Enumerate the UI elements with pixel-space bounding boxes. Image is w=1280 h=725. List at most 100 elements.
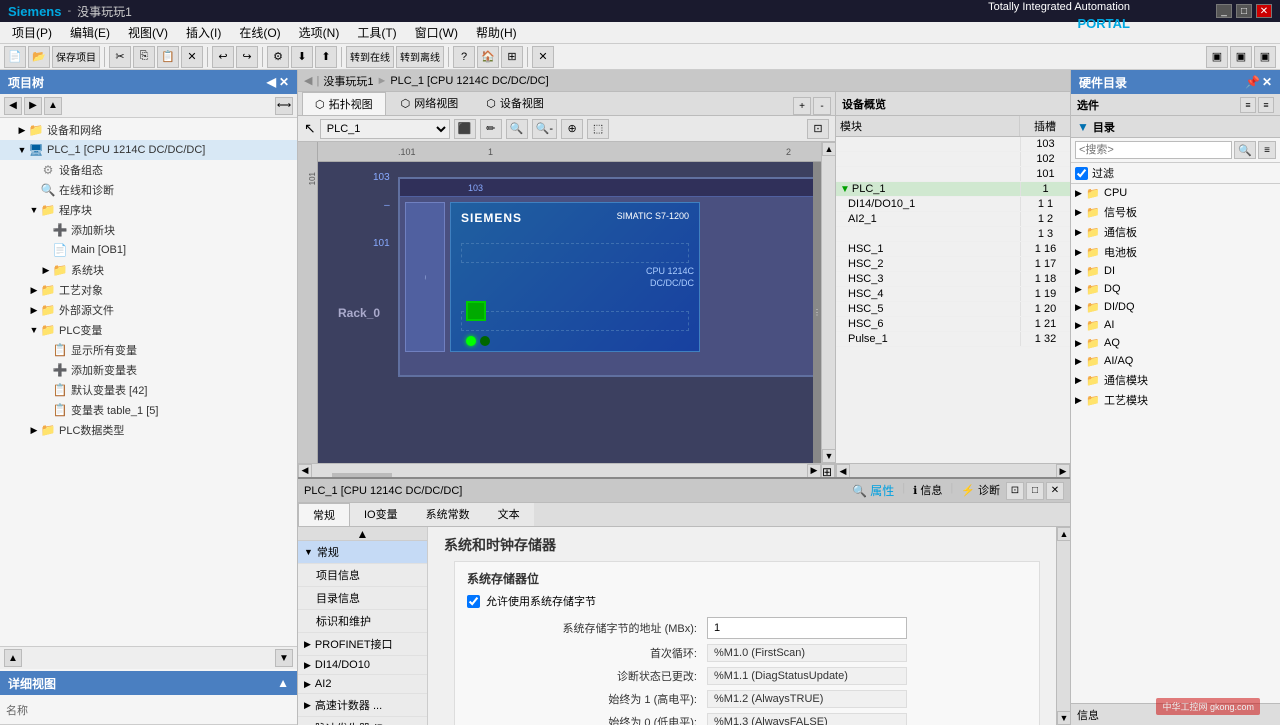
- ov-hscroll-left[interactable]: ◀: [836, 464, 850, 477]
- cat-item-dq[interactable]: ▶ 📁 DQ: [1071, 280, 1280, 298]
- tree-item-ext-sources[interactable]: ▶ 📁 外部源文件: [0, 300, 297, 320]
- copy-button[interactable]: ⎘: [133, 46, 155, 68]
- props-scroll-up[interactable]: ▲: [298, 527, 427, 541]
- prop-tab-io-vars[interactable]: IO变量: [350, 503, 412, 526]
- tree-item-add-block[interactable]: ▶ ➕ 添加新块: [0, 220, 297, 240]
- hw-options-btn1[interactable]: ≡: [1240, 97, 1256, 113]
- canvas-hscroll-thumb[interactable]: [332, 473, 392, 478]
- ov-row-plc1[interactable]: ▼ PLC_1 1: [836, 182, 1070, 197]
- ov-row-pulse1[interactable]: Pulse_1 1 32: [836, 332, 1070, 347]
- tb-right1[interactable]: ▣: [1206, 46, 1228, 68]
- nav-back-icon[interactable]: ◀: [304, 74, 312, 87]
- close-button[interactable]: ✕: [1256, 4, 1272, 18]
- compile-button[interactable]: ⚙: [267, 46, 289, 68]
- props-tree-catalog-info[interactable]: 目录信息: [298, 587, 427, 610]
- hw-catalog-close-btn[interactable]: ✕: [1262, 75, 1272, 89]
- field-input-addr[interactable]: [707, 617, 907, 639]
- menu-project[interactable]: 项目(P): [4, 22, 60, 43]
- props-tree-hsc[interactable]: ▶ 高速计数器 ...: [298, 694, 427, 717]
- ov-row-ai2[interactable]: AI2_1 1 2: [836, 212, 1070, 227]
- canvas-btn2[interactable]: ✏: [480, 119, 502, 139]
- breadcrumb-plc[interactable]: PLC_1 [CPU 1214C DC/DC/DC]: [390, 75, 548, 87]
- cat-item-ai-aq[interactable]: ▶ 📁 AI/AQ: [1071, 352, 1280, 370]
- help-button[interactable]: ?: [453, 46, 475, 68]
- goto-online-button[interactable]: 转到在线: [346, 46, 394, 68]
- hw-catalog-pin-btn[interactable]: 📌: [1245, 75, 1260, 89]
- ov-row-hsc2[interactable]: HSC_2 1 17: [836, 257, 1070, 272]
- canvas-btn1[interactable]: ⬛: [454, 119, 476, 139]
- tree-fwd-button[interactable]: ▶: [24, 97, 42, 115]
- arrow-devices-networks[interactable]: ▶: [16, 124, 28, 136]
- ov-row-101[interactable]: 101: [836, 167, 1070, 182]
- hw-options-btn2[interactable]: ≡: [1258, 97, 1274, 113]
- tree-scroll-down[interactable]: ▼: [275, 649, 293, 667]
- properties-tab[interactable]: 🔍 属性: [852, 482, 894, 499]
- tree-item-system-blocks[interactable]: ▶ 📁 系统块: [0, 260, 297, 280]
- ov-row-103[interactable]: 103: [836, 137, 1070, 152]
- upload-button[interactable]: ⬆: [315, 46, 337, 68]
- arrow-tech-obj[interactable]: ▶: [28, 284, 40, 296]
- cat-item-cpu[interactable]: ▶ 📁 CPU: [1071, 184, 1280, 202]
- close-editor-button[interactable]: ✕: [532, 46, 554, 68]
- tree-item-online-diag[interactable]: ▶ 🔍 在线和诊断: [0, 180, 297, 200]
- tree-item-show-all-vars[interactable]: ▶ 📋 显示所有变量: [0, 340, 297, 360]
- canvas-btn5[interactable]: ⊕: [561, 119, 583, 139]
- ov-row-hsc5[interactable]: HSC_5 1 20: [836, 302, 1070, 317]
- cat-item-aq[interactable]: ▶ 📁 AQ: [1071, 334, 1280, 352]
- tb-right3[interactable]: ▣: [1254, 46, 1276, 68]
- props-tree-project-info[interactable]: 项目信息: [298, 564, 427, 587]
- tree-item-device-config[interactable]: ▶ ⚙ 设备组态: [0, 160, 297, 180]
- canvas-btn3[interactable]: 🔍: [506, 119, 528, 139]
- cursor-icon[interactable]: ↖: [304, 120, 316, 137]
- props-tree-profinet[interactable]: ▶ PROFINET接口: [298, 633, 427, 656]
- zoom-out-btn[interactable]: -: [813, 97, 831, 115]
- tree-item-add-var-table[interactable]: ▶ ➕ 添加新变量表: [0, 360, 297, 380]
- menu-tools[interactable]: 工具(T): [349, 22, 404, 43]
- new-button[interactable]: 📄: [4, 46, 26, 68]
- props-vscroll-up[interactable]: ▲: [1057, 527, 1070, 541]
- canvas-vscroll-up[interactable]: ▲: [822, 142, 835, 156]
- canvas-btn6[interactable]: ⬚: [587, 119, 609, 139]
- plc1-tree-arrow[interactable]: ▼: [840, 184, 850, 195]
- bottom-close-btn[interactable]: ✕: [1046, 482, 1064, 500]
- diagnostics-tab[interactable]: ⚡ 诊断: [961, 482, 1000, 499]
- undo-button[interactable]: ↩: [212, 46, 234, 68]
- props-tree-di14do10[interactable]: ▶ DI14/DO10: [298, 656, 427, 675]
- info-tab[interactable]: ℹ 信息: [913, 482, 942, 499]
- cat-item-signal-board[interactable]: ▶ 📁 信号板: [1071, 202, 1280, 222]
- ov-hscroll-right[interactable]: ▶: [1056, 464, 1070, 477]
- tab-network[interactable]: ⬡ 网络视图: [388, 92, 472, 115]
- tree-item-var-table-1[interactable]: ▶ 📋 变量表 table_1 [5]: [0, 400, 297, 420]
- arrow-plc1[interactable]: ▼: [16, 144, 28, 156]
- canvas-btn4[interactable]: 🔍-: [532, 119, 557, 139]
- tree-resize-button[interactable]: ⟷: [275, 97, 293, 115]
- allow-sys-storage-checkbox[interactable]: [467, 595, 480, 608]
- overview-button[interactable]: ⊞: [501, 46, 523, 68]
- cpu-module[interactable]: SIEMENS SIMATIC S7-1200 CPU 1214C: [450, 202, 700, 352]
- tree-header-btn1[interactable]: ◀: [267, 75, 276, 89]
- open-button[interactable]: 📂: [28, 46, 50, 68]
- props-tree-pulse[interactable]: ▶ 脉冲发生器 (P...: [298, 717, 427, 725]
- goto-offline-button[interactable]: 转到离线: [396, 46, 444, 68]
- arrow-system-blocks[interactable]: ▶: [40, 264, 52, 276]
- cat-item-comm-module[interactable]: ▶ 📁 通信模块: [1071, 370, 1280, 390]
- tab-topology[interactable]: ⬡ 拓扑视图: [302, 92, 386, 115]
- arrow-ext-src[interactable]: ▶: [28, 304, 40, 316]
- menu-help[interactable]: 帮助(H): [468, 22, 525, 43]
- cut-button[interactable]: ✂: [109, 46, 131, 68]
- hw-search-input[interactable]: [1075, 141, 1232, 159]
- menu-online[interactable]: 在线(O): [231, 22, 288, 43]
- cat-item-ai[interactable]: ▶ 📁 AI: [1071, 316, 1280, 334]
- breadcrumb-project[interactable]: 没事玩玩1: [323, 73, 373, 89]
- canvas-hscroll-right[interactable]: ▶: [807, 464, 821, 478]
- tb-right2[interactable]: ▣: [1230, 46, 1252, 68]
- bottom-float-btn[interactable]: ⊡: [1006, 482, 1024, 500]
- tab-device-view[interactable]: ⬡ 设备视图: [473, 92, 557, 115]
- tree-item-program-blocks[interactable]: ▼ 📁 程序块: [0, 200, 297, 220]
- tree-up-button[interactable]: ▲: [44, 97, 62, 115]
- ov-row-hsc3[interactable]: HSC_3 1 18: [836, 272, 1070, 287]
- delete-button[interactable]: ✕: [181, 46, 203, 68]
- download-button[interactable]: ⬇: [291, 46, 313, 68]
- props-tree-general[interactable]: ▼ 常规: [298, 541, 427, 564]
- prop-tab-sys-const[interactable]: 系统常数: [412, 503, 484, 526]
